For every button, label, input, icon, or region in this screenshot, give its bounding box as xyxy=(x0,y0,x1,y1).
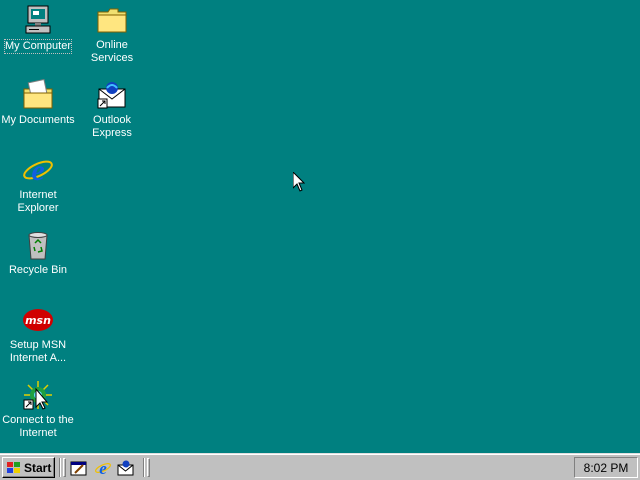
start-label: Start xyxy=(24,460,52,475)
windows-logo-icon xyxy=(7,461,20,473)
connect-internet-icon xyxy=(23,381,52,410)
desktop-icon-label: Setup MSN Internet A... xyxy=(9,339,67,364)
quick-launch-grip[interactable] xyxy=(63,458,66,477)
my-documents-icon xyxy=(23,79,53,109)
desktop-icon-label: My Computer xyxy=(3,39,73,54)
desktop-icon-label: My Documents xyxy=(1,114,75,126)
desktop-icon-label: Outlook Express xyxy=(92,114,132,139)
quick-launch-outlook-express-icon[interactable] xyxy=(117,459,135,477)
taskbar-buttons-grip[interactable] xyxy=(147,458,150,477)
show-desktop-icon[interactable] xyxy=(70,459,88,477)
msn-icon: msn xyxy=(23,309,53,331)
svg-text:msn: msn xyxy=(25,314,51,327)
desktop-icon-my-documents[interactable]: My Documents xyxy=(0,77,76,127)
desktop[interactable]: My Computer Online Services My Documents… xyxy=(0,0,640,453)
desktop-icon-internet-explorer[interactable]: e Internet Explorer xyxy=(0,152,76,215)
clock[interactable]: 8:02 PM xyxy=(584,461,629,475)
mouse-cursor-icon xyxy=(293,172,305,192)
desktop-icon-recycle-bin[interactable]: Recycle Bin xyxy=(0,227,76,277)
desktop-icon-label: Online Services xyxy=(90,39,134,64)
taskbar-separator xyxy=(59,458,61,477)
outlook-express-icon xyxy=(97,82,126,109)
taskbar: Start e 8:02 PM xyxy=(0,453,640,480)
desktop-icon-label: Connect to the Internet xyxy=(2,414,74,439)
start-button[interactable]: Start xyxy=(2,457,55,478)
desktop-icon-online-services[interactable]: Online Services xyxy=(74,2,150,65)
my-computer-icon xyxy=(25,5,51,34)
svg-text:e: e xyxy=(31,154,44,186)
internet-explorer-icon: e xyxy=(23,154,53,186)
taskbar-separator xyxy=(143,458,145,477)
desktop-icon-setup-msn[interactable]: msn Setup MSN Internet A... xyxy=(0,302,76,365)
recycle-bin-icon xyxy=(28,232,48,260)
desktop-icon-label: Recycle Bin xyxy=(8,264,68,276)
desktop-icon-outlook-express[interactable]: Outlook Express xyxy=(74,77,150,140)
folder-icon xyxy=(97,8,127,33)
desktop-icon-connect-internet[interactable]: Connect to the Internet xyxy=(0,377,76,440)
svg-text:e: e xyxy=(99,459,107,477)
desktop-icon-label: Internet Explorer xyxy=(17,189,59,214)
desktop-icon-my-computer[interactable]: My Computer xyxy=(0,2,76,54)
system-tray: 8:02 PM xyxy=(574,457,638,478)
quick-launch-internet-explorer-icon[interactable]: e xyxy=(94,459,112,477)
